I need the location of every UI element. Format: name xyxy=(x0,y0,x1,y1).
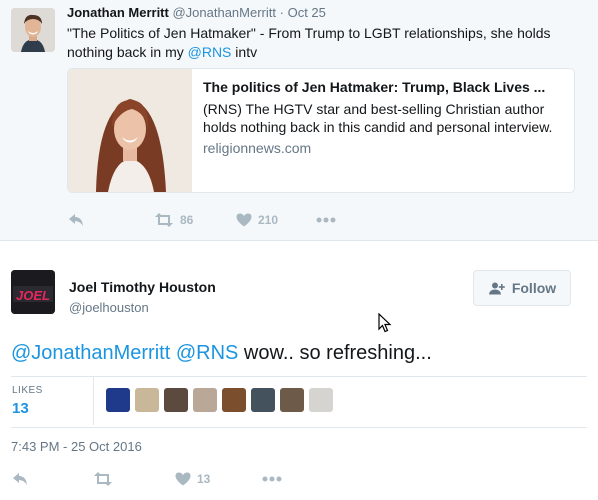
mouse-pointer-icon xyxy=(378,312,392,338)
retweet-count: 86 xyxy=(180,213,194,227)
card-image xyxy=(68,69,192,192)
reply-icon xyxy=(13,473,27,485)
tweet-actions: 86 210 xyxy=(68,210,336,230)
liker-avatar[interactable] xyxy=(309,388,333,412)
like-count: 210 xyxy=(258,213,279,227)
tweet-text: @JonathanMerritt @RNS wow.. so refreshin… xyxy=(11,340,432,366)
tweet-actions: 13 xyxy=(12,469,282,489)
liker-avatars xyxy=(106,388,338,412)
tweet-date[interactable]: Oct 25 xyxy=(288,5,326,20)
more-button[interactable] xyxy=(262,469,282,489)
mention-link-jonathanmerritt[interactable]: @JonathanMerritt xyxy=(11,342,170,364)
reply-icon xyxy=(69,214,83,226)
liker-avatar[interactable] xyxy=(106,388,130,412)
liker-avatar[interactable] xyxy=(164,388,188,412)
liker-avatar[interactable] xyxy=(251,388,275,412)
avatar-logo-text: JOEL xyxy=(16,288,50,303)
retweet-icon xyxy=(155,213,173,227)
liker-avatar[interactable] xyxy=(135,388,159,412)
follow-button[interactable]: Follow xyxy=(473,270,571,306)
author-name[interactable]: Jonathan Merritt xyxy=(67,5,169,20)
reply-button[interactable] xyxy=(12,469,93,489)
heart-icon xyxy=(175,472,191,486)
author-name[interactable]: Joel Timothy Houston xyxy=(69,279,216,295)
reply-button[interactable] xyxy=(68,210,154,230)
card-description: (RNS) The HGTV star and best-selling Chr… xyxy=(203,101,553,135)
like-button[interactable]: 210 xyxy=(236,210,316,230)
more-button[interactable] xyxy=(316,210,336,230)
likes-label[interactable]: LIKES xyxy=(12,385,43,396)
tweet-text-after: intv xyxy=(231,44,258,60)
author-handle[interactable]: @joelhouston xyxy=(69,300,149,315)
heart-icon xyxy=(236,213,252,227)
tweet-text: "The Politics of Jen Hatmaker" - From Tr… xyxy=(67,24,577,62)
add-user-icon xyxy=(488,282,505,294)
author-handle[interactable]: @JonathanMerritt xyxy=(172,5,276,20)
card-title[interactable]: The politics of Jen Hatmaker: Trump, Bla… xyxy=(203,78,563,96)
stats-divider xyxy=(93,377,94,425)
previous-tweet[interactable]: Jonathan Merritt @JonathanMerritt · Oct … xyxy=(0,0,598,241)
liker-avatar[interactable] xyxy=(280,388,304,412)
tweet-text-body: wow.. so refreshing... xyxy=(238,342,432,364)
tweet-stats: LIKES 13 xyxy=(11,376,587,428)
follow-label: Follow xyxy=(511,280,557,296)
liker-avatar[interactable] xyxy=(193,388,217,412)
retweet-button[interactable] xyxy=(93,469,175,489)
joel-houston-avatar[interactable]: JOEL xyxy=(11,270,55,314)
more-icon xyxy=(262,476,282,482)
retweet-button[interactable]: 86 xyxy=(154,210,236,230)
likes-count[interactable]: 13 xyxy=(12,400,29,417)
tweet-text-before: "The Politics of Jen Hatmaker" - From Tr… xyxy=(67,25,551,60)
link-card[interactable]: The politics of Jen Hatmaker: Trump, Bla… xyxy=(67,68,575,193)
retweet-icon xyxy=(94,472,112,486)
more-icon xyxy=(316,217,336,223)
tweet-header: Jonathan Merritt @JonathanMerritt · Oct … xyxy=(67,5,326,21)
like-button[interactable]: 13 xyxy=(175,469,262,489)
tweet-timestamp[interactable]: 7:43 PM - 25 Oct 2016 xyxy=(11,439,142,454)
card-body: The politics of Jen Hatmaker: Trump, Bla… xyxy=(203,78,563,156)
jonathan-merritt-avatar[interactable] xyxy=(11,8,55,52)
mention-link-rns[interactable]: @RNS xyxy=(176,342,239,364)
mention-link[interactable]: @RNS xyxy=(188,44,232,60)
liker-avatar[interactable] xyxy=(222,388,246,412)
card-domain: religionnews.com xyxy=(203,140,312,156)
like-count: 13 xyxy=(197,472,211,486)
separator: · xyxy=(279,5,284,20)
